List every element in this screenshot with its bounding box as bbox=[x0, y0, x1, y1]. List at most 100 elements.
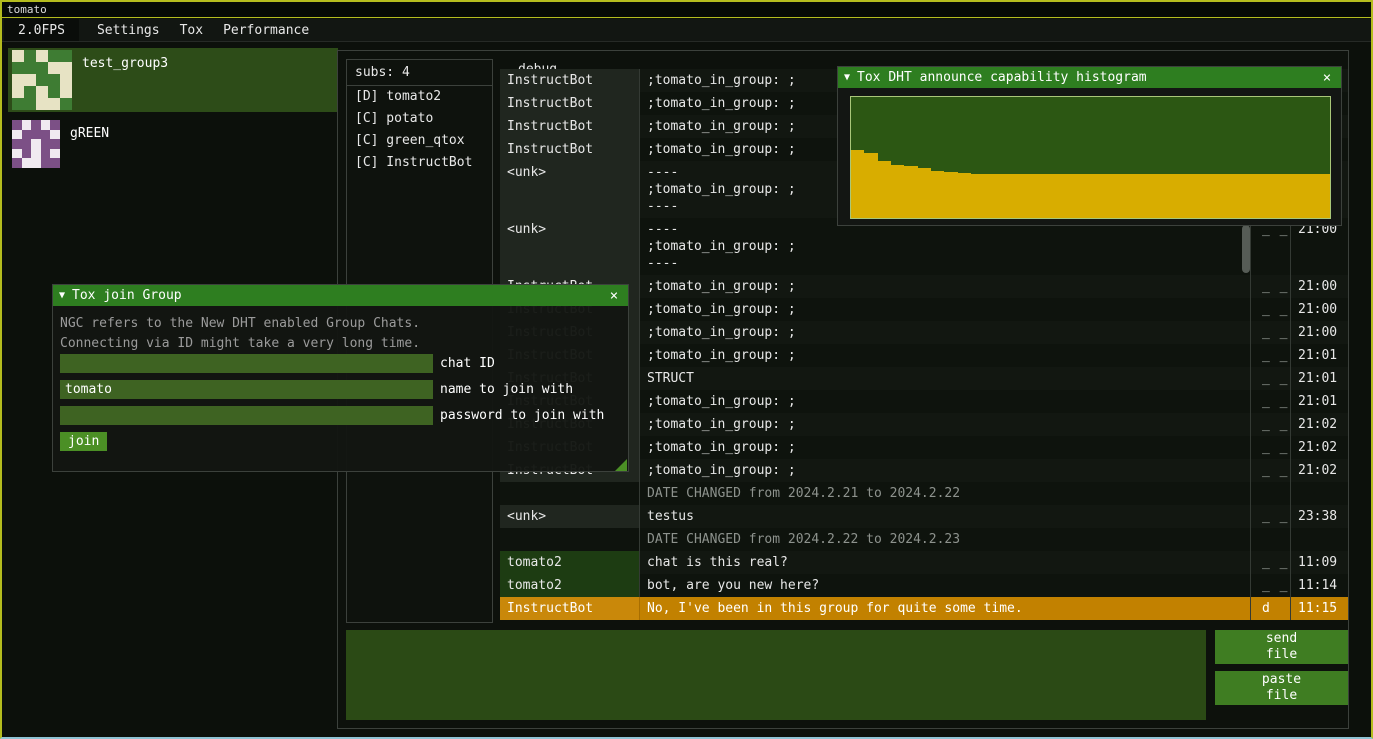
join-password-input[interactable] bbox=[60, 406, 433, 425]
message-time: 21:02 bbox=[1291, 413, 1348, 436]
menu-bar: 2.0FPSSettingsToxPerformance bbox=[2, 19, 1371, 42]
message-line: ;tomato_in_group: ; bbox=[647, 324, 1243, 341]
histogram-bar bbox=[958, 173, 971, 218]
message-row[interactable]: <unk>----;tomato_in_group: ;----_ _21:00 bbox=[500, 218, 1348, 275]
histogram-bar bbox=[971, 174, 984, 218]
message-text: testus bbox=[640, 505, 1251, 528]
resize-grip-icon[interactable] bbox=[615, 459, 627, 471]
avatar-cell bbox=[50, 149, 60, 159]
group-avatar bbox=[12, 120, 60, 168]
sender-name: <unk> bbox=[500, 218, 640, 275]
sender-name: InstructBot bbox=[500, 138, 640, 161]
collapse-arrow-icon[interactable]: ▼ bbox=[844, 72, 850, 83]
message-line: ;tomato_in_group: ; bbox=[647, 347, 1243, 364]
histogram-bar bbox=[918, 168, 931, 218]
histogram-bar bbox=[1224, 174, 1237, 218]
message-text: DATE CHANGED from 2024.2.22 to 2024.2.23 bbox=[640, 528, 1251, 551]
join-group-titlebar[interactable]: ▼ Tox join Group × bbox=[53, 285, 628, 306]
histogram-bar bbox=[1131, 174, 1144, 218]
avatar-cell bbox=[60, 74, 72, 86]
histogram-bar bbox=[1184, 174, 1197, 218]
sender-name: InstructBot bbox=[500, 597, 640, 620]
join-name-row: name to join with bbox=[60, 380, 621, 399]
join-button[interactable]: join bbox=[60, 432, 107, 451]
join-intro-line1: NGC refers to the New DHT enabled Group … bbox=[60, 314, 621, 334]
date-row: DATE CHANGED from 2024.2.21 to 2024.2.22 bbox=[500, 482, 1348, 505]
send-file-button[interactable]: send file bbox=[1215, 630, 1348, 664]
chat-scrollbar-thumb[interactable] bbox=[1242, 225, 1250, 273]
sender-name: <unk> bbox=[500, 505, 640, 528]
avatar-cell bbox=[12, 139, 22, 149]
histogram-bar bbox=[1064, 174, 1077, 218]
avatar-cell bbox=[41, 139, 51, 149]
message-time: 11:15 bbox=[1291, 597, 1348, 620]
avatar-cell bbox=[12, 62, 24, 74]
avatar-cell bbox=[31, 130, 41, 140]
message-time: 21:02 bbox=[1291, 436, 1348, 459]
join-name-label: name to join with bbox=[440, 382, 573, 397]
message-status: _ _ bbox=[1251, 436, 1291, 459]
histogram-bar bbox=[1117, 174, 1130, 218]
message-input[interactable] bbox=[346, 630, 1206, 720]
subs-list-item[interactable]: [D] tomato2 bbox=[347, 86, 492, 108]
avatar-cell bbox=[60, 50, 72, 62]
message-time: 21:00 bbox=[1291, 275, 1348, 298]
menu-item-tox[interactable]: Tox bbox=[170, 19, 213, 41]
message-text: ;tomato_in_group: ; bbox=[640, 344, 1251, 367]
avatar-cell bbox=[22, 149, 32, 159]
message-text: ;tomato_in_group: ; bbox=[640, 413, 1251, 436]
message-row[interactable]: InstructBot No, I've been in this group f… bbox=[500, 597, 1348, 620]
message-line: bot, are you new here? bbox=[647, 577, 1243, 594]
avatar-cell bbox=[24, 50, 36, 62]
menu-item-performance[interactable]: Performance bbox=[213, 19, 319, 41]
message-status: _ _ bbox=[1251, 390, 1291, 413]
subs-list-item[interactable]: [C] InstructBot bbox=[347, 152, 492, 174]
subs-list-item[interactable]: [C] green_qtox bbox=[347, 130, 492, 152]
message-row[interactable]: tomato2chat is this real?_ _11:09 bbox=[500, 551, 1348, 574]
histogram-bar bbox=[1304, 174, 1317, 218]
message-row[interactable]: <unk>testus_ _23:38 bbox=[500, 505, 1348, 528]
histogram-bar bbox=[864, 153, 877, 218]
join-password-label: password to join with bbox=[440, 408, 604, 423]
message-row[interactable]: tomato2bot, are you new here?_ _11:14 bbox=[500, 574, 1348, 597]
message-text: STRUCT bbox=[640, 367, 1251, 390]
subs-list-item[interactable]: [C] potato bbox=[347, 108, 492, 130]
message-time bbox=[1291, 482, 1348, 505]
avatar-cell bbox=[36, 62, 48, 74]
avatar-cell bbox=[22, 139, 32, 149]
histogram-window-titlebar[interactable]: ▼ Tox DHT announce capability histogram … bbox=[838, 67, 1341, 88]
group-item-gREEN[interactable]: gREEN bbox=[8, 118, 338, 170]
paste-file-button[interactable]: paste file bbox=[1215, 671, 1348, 705]
avatar-cell bbox=[12, 130, 22, 140]
avatar-cell bbox=[24, 86, 36, 98]
histogram-bar bbox=[878, 161, 891, 218]
histogram-bars bbox=[851, 97, 1330, 218]
sender-name: tomato2 bbox=[500, 551, 640, 574]
group-item-test_group3[interactable]: test_group3 bbox=[8, 48, 338, 112]
message-text: ;tomato_in_group: ; bbox=[640, 275, 1251, 298]
message-line: testus bbox=[647, 508, 1243, 525]
histogram-bar bbox=[997, 174, 1010, 218]
histogram-bar bbox=[1210, 174, 1223, 218]
avatar-cell bbox=[41, 120, 51, 130]
histogram-bar bbox=[904, 166, 917, 218]
avatar-cell bbox=[36, 50, 48, 62]
close-icon[interactable]: × bbox=[1319, 70, 1335, 86]
group-list: test_group3 gREEN bbox=[8, 48, 338, 170]
menu-item-settings[interactable]: Settings bbox=[87, 19, 170, 41]
avatar-cell bbox=[41, 149, 51, 159]
sender-name: InstructBot bbox=[500, 92, 640, 115]
message-time: 21:00 bbox=[1291, 321, 1348, 344]
histogram-bar bbox=[1104, 174, 1117, 218]
avatar-cell bbox=[50, 130, 60, 140]
close-icon[interactable]: × bbox=[606, 288, 622, 304]
message-line: No, I've been in this group for quite so… bbox=[647, 600, 1243, 617]
collapse-arrow-icon[interactable]: ▼ bbox=[59, 290, 65, 301]
message-status: d bbox=[1251, 597, 1291, 620]
join-name-input[interactable] bbox=[60, 380, 433, 399]
message-line: ;tomato_in_group: ; bbox=[647, 238, 1243, 255]
chat-id-input[interactable] bbox=[60, 354, 433, 373]
avatar-cell bbox=[50, 139, 60, 149]
message-status: _ _ bbox=[1251, 574, 1291, 597]
message-time: 21:00 bbox=[1291, 298, 1348, 321]
